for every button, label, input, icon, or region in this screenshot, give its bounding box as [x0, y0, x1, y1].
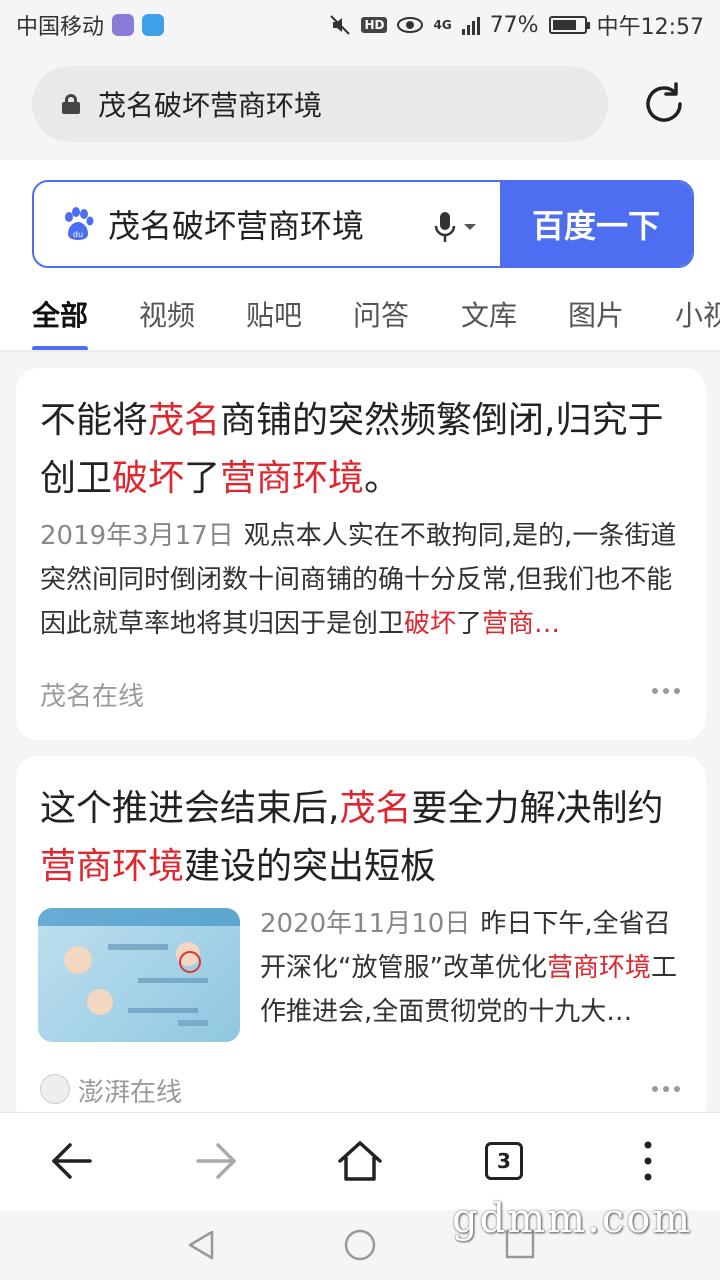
tab-count: 3: [485, 1142, 523, 1180]
back-arrow-icon[interactable]: [48, 1137, 96, 1185]
network-type: 4G: [433, 18, 452, 32]
source-avatar: [40, 1074, 70, 1104]
keyword-highlight: 营商环境: [220, 458, 365, 499]
keyword-highlight: 营商…: [482, 609, 561, 639]
result-snippet: 2020年11月10日 昨日下午,全省召开深化“放管服”改革优化营商环境工作推进会…: [260, 902, 690, 1034]
menu-more-icon[interactable]: [624, 1137, 672, 1185]
keyword-highlight: 破坏: [112, 458, 185, 499]
search-result-card[interactable]: 这个推进会结束后,茂名要全力解决制约营商环境建设的突出短板 2020年11月10…: [16, 756, 706, 1128]
address-bar[interactable]: 茂名破坏营商环境: [32, 66, 608, 142]
text-fragment: 要全力解决制约: [411, 788, 664, 829]
eye-icon: [397, 17, 424, 33]
handwash-infographic-image: [38, 908, 240, 1026]
more-options-icon[interactable]: [652, 1086, 680, 1094]
home-icon[interactable]: [336, 1137, 384, 1185]
search-box: du 茂名破坏营商环境 百度一下: [32, 180, 694, 268]
voice-input-icon[interactable]: [434, 210, 478, 244]
result-date: 2019年3月17日: [40, 521, 234, 551]
keyword-highlight: 营商环境: [546, 953, 651, 983]
result-title[interactable]: 这个推进会结束后,茂名要全力解决制约营商环境建设的突出短板: [40, 780, 680, 896]
search-result-card[interactable]: 不能将茂名商铺的突然频繁倒闭,归究于创卫破坏了营商环境。 2019年3月17日观…: [16, 368, 706, 740]
search-tabs: 全部 视频 贴吧 问答 文库 图片 小视: [0, 284, 720, 352]
tab-short-video[interactable]: 小视: [675, 284, 720, 334]
search-input[interactable]: du 茂名破坏营商环境: [34, 182, 500, 266]
address-text: 茂名破坏营商环境: [98, 89, 323, 122]
browser-address-area: 茂名破坏营商环境: [0, 50, 720, 160]
tab-qa[interactable]: 问答: [353, 284, 409, 334]
tab-all[interactable]: 全部: [32, 284, 88, 334]
more-options-icon[interactable]: [652, 688, 680, 696]
keyword-highlight: 茂名: [148, 400, 221, 441]
system-back-icon[interactable]: [184, 1228, 218, 1262]
tab-images[interactable]: 图片: [568, 284, 624, 334]
text-fragment: 了: [184, 458, 221, 499]
result-date: 2020年11月10日: [260, 909, 471, 939]
divider: [0, 350, 720, 352]
tab-tieba[interactable]: 贴吧: [246, 284, 302, 334]
clock: 中午12:57: [596, 15, 704, 40]
lock-icon: [62, 94, 80, 114]
result-thumbnail[interactable]: [38, 908, 240, 1042]
battery-level: [552, 20, 576, 30]
forward-arrow-icon[interactable]: [192, 1137, 240, 1185]
text-fragment: 建设的突出短板: [184, 846, 437, 887]
hd-icon: HD: [361, 17, 388, 33]
search-query-text: 茂名破坏营商环境: [108, 207, 365, 245]
keyword-highlight: 营商环境: [40, 846, 185, 887]
result-snippet: 2019年3月17日 观点本人实在不敢拘同,是的,一条街道突然间同时倒闭数十间商铺…: [40, 514, 686, 646]
result-source[interactable]: 茂名在线: [40, 676, 144, 713]
result-source[interactable]: 澎湃在线: [78, 1072, 182, 1109]
svg-text:du: du: [73, 230, 83, 239]
text-fragment: 。: [364, 458, 401, 499]
text-fragment: 了: [456, 609, 483, 639]
search-button[interactable]: 百度一下: [500, 182, 692, 266]
app-notification-icon: [112, 14, 135, 36]
keyword-highlight: 破坏: [404, 609, 457, 639]
text-fragment: 不能将: [40, 400, 149, 441]
signal-icon: [461, 15, 480, 35]
tab-switcher-button[interactable]: 3: [480, 1137, 528, 1185]
battery-icon: [548, 16, 590, 34]
baidu-logo-icon: du: [65, 207, 94, 240]
battery-percent: 77%: [489, 12, 539, 38]
system-home-icon[interactable]: [343, 1228, 377, 1262]
tab-wenku[interactable]: 文库: [461, 284, 517, 334]
carrier-name: 中国移动: [16, 15, 105, 40]
text-fragment: 这个推进会结束后,: [40, 788, 340, 829]
keyword-highlight: 茂名: [339, 788, 412, 829]
result-title[interactable]: 不能将茂名商铺的突然频繁倒闭,归究于创卫破坏了营商环境。: [40, 392, 680, 508]
mute-icon: [330, 15, 351, 35]
status-bar: 中国移动 HD 4G 77% 中午12:57: [0, 0, 720, 50]
reload-icon[interactable]: [640, 80, 688, 128]
watermark: gdmm.com: [452, 1196, 693, 1242]
baidu-search-header: du 茂名破坏营商环境 百度一下 全部 视频 贴吧 问答 文库 图片 小视: [0, 160, 720, 352]
app-notification-icon: [142, 14, 165, 36]
tab-video[interactable]: 视频: [139, 284, 195, 334]
